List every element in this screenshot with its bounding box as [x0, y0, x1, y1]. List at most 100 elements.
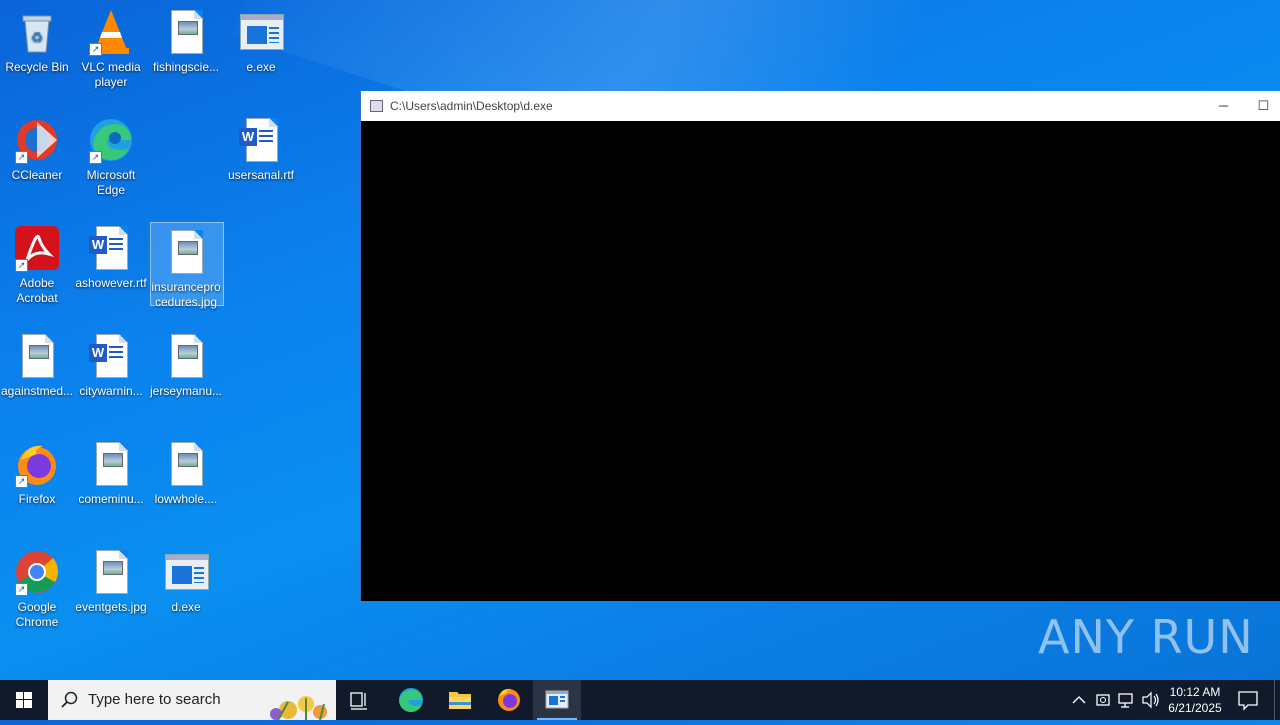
task-view-button[interactable] — [336, 680, 384, 720]
word-document-icon: W — [87, 224, 135, 272]
shortcut-arrow-icon: ↗ — [15, 583, 28, 596]
icon-label: Recycle Bin — [5, 60, 69, 74]
taskbar-firefox-button[interactable] — [485, 680, 533, 720]
icon-label: VLC media player — [81, 60, 141, 89]
taskbar-file-explorer-button[interactable] — [436, 680, 484, 720]
svg-text:♻: ♻ — [31, 29, 44, 45]
image-file-icon — [162, 228, 210, 276]
firefox-icon — [498, 688, 520, 711]
icon-label: usersanal.rtf — [227, 168, 295, 182]
word-document-icon: W — [87, 332, 135, 380]
shortcut-arrow-icon: ↗ — [15, 259, 28, 272]
maximize-button[interactable]: ☐ — [1246, 91, 1280, 121]
executable-icon — [162, 548, 210, 596]
image-file-icon — [87, 548, 135, 596]
image-file-icon — [162, 440, 210, 488]
desktop-icon-lowwhole[interactable]: lowwhole.... — [149, 434, 223, 507]
image-file-icon — [162, 332, 210, 380]
image-file-icon — [162, 8, 210, 56]
icon-label: lowwhole.... — [154, 492, 218, 506]
anyrun-watermark: ANY RUN — [1038, 610, 1254, 664]
desktop-icon-microsoft-edge[interactable]: ↗ Microsoft Edge — [74, 110, 148, 198]
clock-time: 10:12 AM — [1169, 685, 1221, 699]
search-icon — [61, 691, 78, 708]
shortcut-arrow-icon: ↗ — [89, 151, 102, 164]
tray-volume-button[interactable] — [1139, 680, 1161, 720]
desktop-icon-comeminu[interactable]: comeminu... — [74, 434, 148, 507]
desktop-icon-adobe-acrobat[interactable]: ↗ Adobe Acrobat — [0, 218, 74, 306]
console-app-icon — [545, 690, 569, 709]
image-file-icon — [87, 440, 135, 488]
desktop-icon-vlc[interactable]: ↗ VLC media player — [74, 2, 148, 90]
icon-label: e.exe — [246, 60, 276, 74]
desktop-icon-e-exe[interactable]: e.exe — [224, 2, 298, 75]
icon-label: d.exe — [171, 600, 201, 614]
task-view-icon — [350, 692, 367, 710]
network-icon — [1118, 693, 1133, 708]
edge-icon: ↗ — [87, 116, 135, 164]
desktop-icon-ccleaner[interactable]: ↗ CCleaner — [0, 110, 74, 183]
shortcut-arrow-icon: ↗ — [89, 43, 102, 56]
image-file-icon — [13, 332, 61, 380]
vlc-cone-icon: ↗ — [87, 8, 135, 56]
acrobat-icon: ↗ — [13, 224, 61, 272]
console-title-bar[interactable]: C:\Users\admin\Desktop\d.exe ─ ☐ — [361, 91, 1280, 121]
firefox-icon: ↗ — [13, 440, 61, 488]
chevron-up-icon — [1072, 696, 1086, 704]
desktop-icon-jerseymanu[interactable]: jerseymanu... — [149, 326, 223, 399]
console-window-title: C:\Users\admin\Desktop\d.exe — [390, 99, 553, 113]
tray-network-button[interactable] — [1115, 680, 1137, 720]
desktop-icon-google-chrome[interactable]: ↗ Google Chrome — [0, 542, 74, 630]
desktop-icon-usersanal-rtf[interactable]: W usersanal.rtf — [224, 110, 298, 183]
word-document-icon: W — [237, 116, 285, 164]
console-output-area[interactable] — [361, 121, 1280, 601]
icon-label: againstmed... — [0, 384, 74, 398]
notification-icon — [1238, 691, 1258, 711]
icon-label: Microsoft Edge — [86, 168, 136, 197]
icon-label: comeminu... — [78, 492, 144, 506]
taskbar-clock[interactable]: 10:12 AM 6/21/2025 — [1160, 684, 1230, 716]
icon-label: ashowever.rtf — [75, 276, 147, 290]
taskbar-edge-button[interactable] — [387, 680, 435, 720]
taskbar: Type here to search 10:12 AM 6/21/2025 — [0, 680, 1280, 720]
taskbar-search-box[interactable]: Type here to search — [48, 680, 336, 720]
start-button[interactable] — [0, 680, 48, 720]
search-highlight-flowers-icon — [270, 696, 327, 720]
console-window[interactable]: C:\Users\admin\Desktop\d.exe ─ ☐ — [360, 91, 1280, 601]
desktop-icon-ashowever-rtf[interactable]: W ashowever.rtf — [74, 218, 148, 291]
ccleaner-icon: ↗ — [13, 116, 61, 164]
desktop-icon-citywarnin[interactable]: W citywarnin... — [74, 326, 148, 399]
icon-label: Google Chrome — [15, 600, 59, 629]
tray-overflow-button[interactable] — [1068, 680, 1090, 720]
shortcut-arrow-icon: ↗ — [15, 151, 28, 164]
icon-label: Adobe Acrobat — [16, 276, 58, 305]
icon-label: fishingscie... — [152, 60, 220, 74]
desktop-icon-againstmed[interactable]: againstmed... — [0, 326, 74, 399]
desktop-icon-eventgets-jpg[interactable]: eventgets.jpg — [74, 542, 148, 615]
executable-icon — [237, 8, 285, 56]
search-placeholder: Type here to search — [88, 691, 221, 708]
clock-date: 6/21/2025 — [1168, 701, 1222, 715]
minimize-button[interactable]: ─ — [1201, 91, 1246, 121]
desktop-icon-firefox[interactable]: ↗ Firefox — [0, 434, 74, 507]
icon-label: CCleaner — [11, 168, 63, 182]
folder-icon — [449, 692, 471, 709]
console-app-icon — [370, 100, 383, 112]
icon-label: jerseymanu... — [149, 384, 223, 398]
edge-icon — [399, 688, 423, 712]
desktop-icon-recycle-bin[interactable]: ♻ Recycle Bin — [0, 2, 74, 75]
shortcut-arrow-icon: ↗ — [15, 475, 28, 488]
taskbar-console-button[interactable] — [533, 680, 581, 720]
desktop-icon-fishingscie[interactable]: fishingscie... — [149, 2, 223, 75]
action-center-button[interactable] — [1234, 680, 1262, 720]
desktop-icon-d-exe[interactable]: d.exe — [149, 542, 223, 615]
icon-label: eventgets.jpg — [75, 600, 147, 614]
icon-label: insuranceprocedures.jpg — [151, 280, 221, 309]
tray-meet-now-button[interactable] — [1092, 680, 1114, 720]
desktop-icon-insuranceprocedures-jpg[interactable]: insuranceprocedures.jpg — [149, 222, 224, 310]
windows-logo-icon — [16, 692, 32, 708]
recycle-bin-icon: ♻ — [13, 8, 61, 56]
speaker-icon — [1142, 691, 1159, 709]
show-desktop-button[interactable] — [1274, 680, 1280, 720]
chrome-icon: ↗ — [13, 548, 61, 596]
